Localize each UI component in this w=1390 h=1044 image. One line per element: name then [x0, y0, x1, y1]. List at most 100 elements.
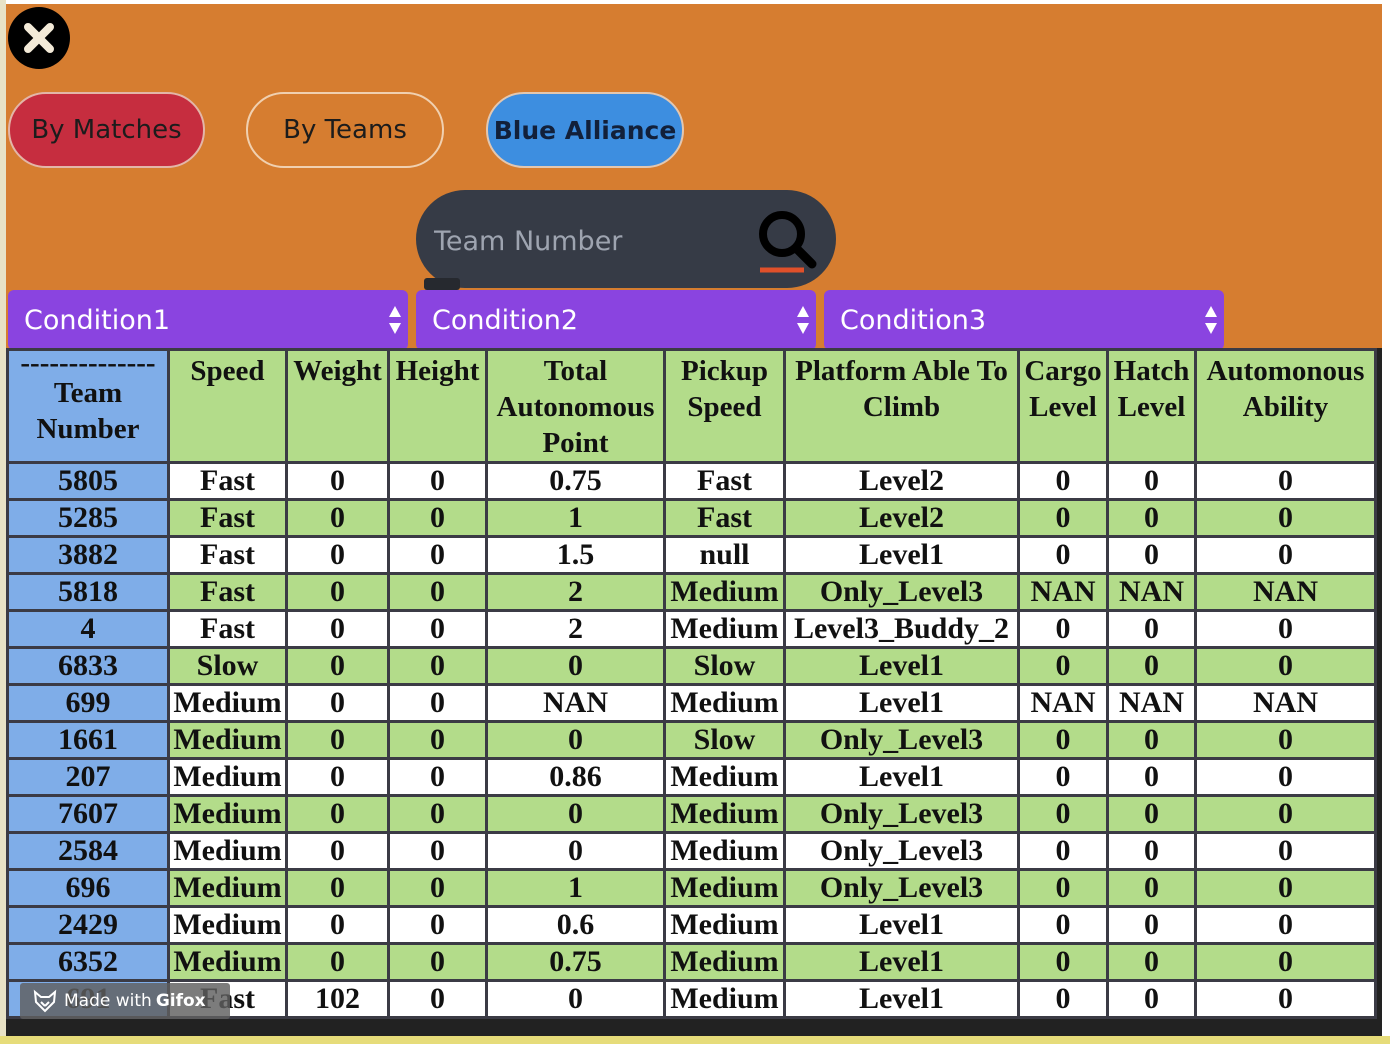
column-header-team-number[interactable]: -------------- Team Number: [6, 348, 170, 464]
cell-team-number: 1661: [6, 720, 170, 760]
table-row[interactable]: 7607 Medium 0 0 0 Medium Only_Level3 0 0 0: [6, 794, 1377, 834]
table-row[interactable]: 207 Medium 0 0 0.86 Medium Level1 0 0 0: [6, 757, 1377, 797]
cell-hatch-level: 0: [1106, 720, 1197, 760]
cell-team-number: 696: [6, 868, 170, 908]
close-x-glyph: [24, 23, 54, 53]
cell-total-autonomous-point: 2: [485, 572, 666, 612]
cell-cargo-level: NAN: [1017, 683, 1109, 723]
table-row[interactable]: 3882 Fast 0 0 1.5 null Level1 0 0 0: [6, 535, 1377, 575]
cell-platform-able-to-climb: Only_Level3: [783, 831, 1020, 871]
header-dashes: --------------: [20, 353, 156, 375]
cell-cargo-level: 0: [1017, 535, 1109, 575]
table-body: 5805 Fast 0 0 0.75 Fast Level2 0 0 0 5285 Fast 0 0 1 Fa…: [6, 461, 1377, 1019]
close-icon[interactable]: [8, 7, 70, 69]
condition3-select[interactable]: Condition3: [824, 290, 1224, 350]
cell-cargo-level: 0: [1017, 868, 1109, 908]
cell-automonous-ability: 0: [1194, 720, 1377, 760]
cell-team-number: 7607: [6, 794, 170, 834]
table-row[interactable]: 4 Fast 0 0 2 Medium Level3_Buddy_2 0 0 0: [6, 609, 1377, 649]
cell-hatch-level: 0: [1106, 646, 1197, 686]
column-header-height[interactable]: Height: [387, 348, 488, 464]
cell-hatch-level: 0: [1106, 794, 1197, 834]
cell-hatch-level: 0: [1106, 905, 1197, 945]
cell-pickup-speed: Medium: [663, 609, 786, 649]
cell-cargo-level: 0: [1017, 646, 1109, 686]
search-icon[interactable]: [750, 204, 824, 278]
table-row[interactable]: 6833 Slow 0 0 0 Slow Level1 0 0 0: [6, 646, 1377, 686]
cell-speed: Slow: [167, 646, 288, 686]
cell-weight: 0: [285, 498, 390, 538]
table-row[interactable]: 696 Medium 0 0 1 Medium Only_Level3 0 0 0: [6, 868, 1377, 908]
cell-cargo-level: 0: [1017, 461, 1109, 501]
cell-weight: 0: [285, 646, 390, 686]
cell-speed: Fast: [167, 609, 288, 649]
cell-cargo-level: 0: [1017, 757, 1109, 797]
cell-team-number: 5818: [6, 572, 170, 612]
cell-cargo-level: 0: [1017, 794, 1109, 834]
cell-height: 0: [387, 979, 488, 1019]
column-header-platform-able-to-climb[interactable]: Platform Able To Climb: [783, 348, 1020, 464]
cell-automonous-ability: NAN: [1194, 572, 1377, 612]
cell-team-number: 3882: [6, 535, 170, 575]
cell-weight: 0: [285, 683, 390, 723]
cell-speed: Fast: [167, 461, 288, 501]
by-teams-button[interactable]: By Teams: [246, 92, 444, 168]
table-row[interactable]: 6352 Medium 0 0 0.75 Medium Level1 0 0 0: [6, 942, 1377, 982]
column-header-weight[interactable]: Weight: [285, 348, 390, 464]
cell-team-number: 6352: [6, 942, 170, 982]
cell-platform-able-to-climb: Level3_Buddy_2: [783, 609, 1020, 649]
cell-pickup-speed: Medium: [663, 979, 786, 1019]
cell-automonous-ability: 0: [1194, 794, 1377, 834]
cell-platform-able-to-climb: Level2: [783, 498, 1020, 538]
column-header-pickup-speed[interactable]: Pickup Speed: [663, 348, 786, 464]
table-row[interactable]: 5285 Fast 0 0 1 Fast Level2 0 0 0: [6, 498, 1377, 538]
cell-height: 0: [387, 609, 488, 649]
condition1-select[interactable]: Condition1: [8, 290, 408, 350]
cell-automonous-ability: 0: [1194, 905, 1377, 945]
cell-height: 0: [387, 868, 488, 908]
cell-speed: Medium: [167, 794, 288, 834]
cell-cargo-level: 0: [1017, 720, 1109, 760]
cell-hatch-level: 0: [1106, 461, 1197, 501]
cell-total-autonomous-point: NAN: [485, 683, 666, 723]
column-header-total-autonomous-point[interactable]: Total Autonomous Point: [485, 348, 666, 464]
table-row[interactable]: 699 Medium 0 0 NAN Medium Level1 NAN NAN NAN: [6, 683, 1377, 723]
cell-total-autonomous-point: 0: [485, 794, 666, 834]
cell-platform-able-to-climb: Level1: [783, 535, 1020, 575]
table-row[interactable]: 5818 Fast 0 0 2 Medium Only_Level3 NAN NAN NAN: [6, 572, 1377, 612]
cell-automonous-ability: 0: [1194, 868, 1377, 908]
table-row[interactable]: 1661 Medium 0 0 0 Slow Only_Level3 0 0 0: [6, 720, 1377, 760]
cell-platform-able-to-climb: Level2: [783, 461, 1020, 501]
cell-weight: 0: [285, 535, 390, 575]
cell-platform-able-to-climb: Only_Level3: [783, 868, 1020, 908]
cell-weight: 102: [285, 979, 390, 1019]
column-header-automonous-ability[interactable]: Automonous Ability: [1194, 348, 1377, 464]
cell-team-number: 5805: [6, 461, 170, 501]
column-header-speed[interactable]: Speed: [167, 348, 288, 464]
condition2-select[interactable]: Condition2: [416, 290, 816, 350]
cell-cargo-level: 0: [1017, 979, 1109, 1019]
by-matches-button[interactable]: By Matches: [8, 92, 205, 168]
cell-automonous-ability: 0: [1194, 831, 1377, 871]
cell-speed: Medium: [167, 831, 288, 871]
cell-team-number: 207: [6, 757, 170, 797]
cell-team-number: 2584: [6, 831, 170, 871]
column-header-cargo-level[interactable]: Cargo Level: [1017, 348, 1109, 464]
column-header-hatch-level[interactable]: Hatch Level: [1106, 348, 1197, 464]
table-row[interactable]: 2429 Medium 0 0 0.6 Medium Level1 0 0 0: [6, 905, 1377, 945]
blue-alliance-button[interactable]: Blue Alliance: [486, 92, 684, 168]
dropdown-arrows-icon: [797, 306, 809, 334]
cell-platform-able-to-climb: Only_Level3: [783, 794, 1020, 834]
table-row[interactable]: 5805 Fast 0 0 0.75 Fast Level2 0 0 0: [6, 461, 1377, 501]
cell-cargo-level: 0: [1017, 609, 1109, 649]
team-stats-table-container[interactable]: -------------- Team Number Speed Weight …: [6, 348, 1382, 1036]
cell-pickup-speed: Medium: [663, 683, 786, 723]
cell-total-autonomous-point: 1: [485, 498, 666, 538]
cell-speed: Medium: [167, 683, 288, 723]
cell-hatch-level: 0: [1106, 831, 1197, 871]
table-row[interactable]: 2584 Medium 0 0 0 Medium Only_Level3 0 0 0: [6, 831, 1377, 871]
cell-height: 0: [387, 572, 488, 612]
cell-speed: Fast: [167, 498, 288, 538]
team-number-input[interactable]: [432, 218, 736, 264]
cell-platform-able-to-climb: Only_Level3: [783, 572, 1020, 612]
